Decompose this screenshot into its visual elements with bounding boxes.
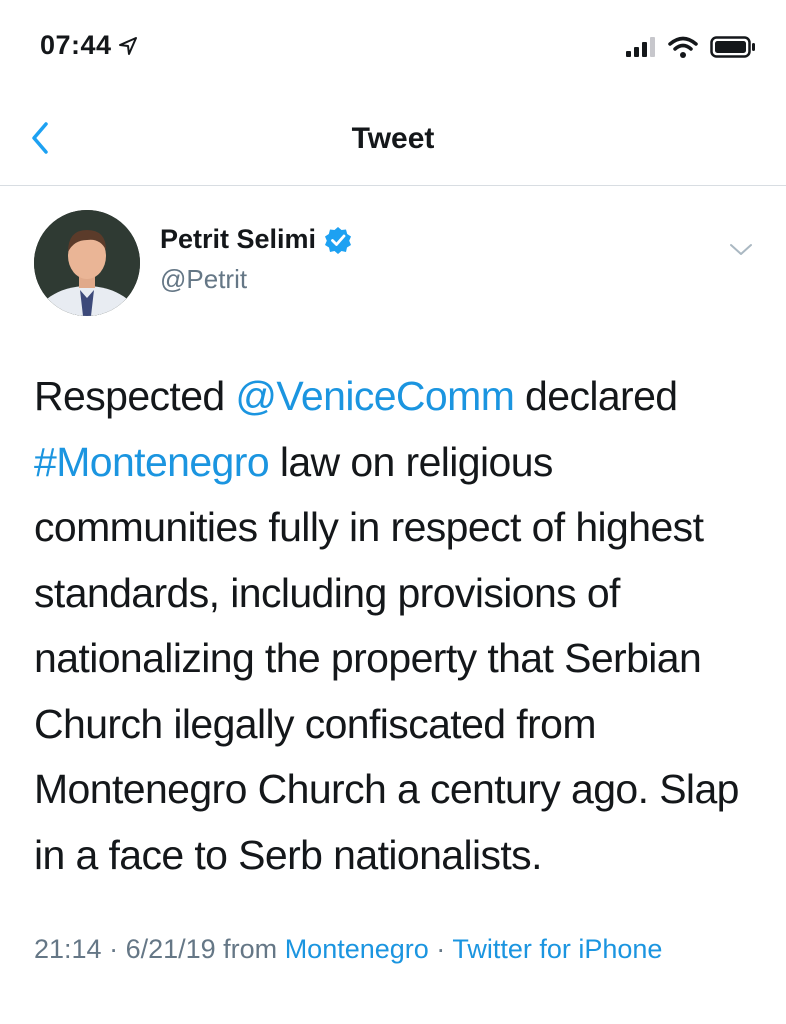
tweet-text: Respected @VeniceComm declared #Monteneg… bbox=[34, 364, 764, 888]
tweet-author: Petrit Selimi @Petrit bbox=[34, 210, 754, 325]
meta-separator: · bbox=[101, 934, 126, 964]
tweet-text-segment: Respected bbox=[34, 373, 236, 419]
verified-badge-icon bbox=[325, 226, 352, 254]
meta-separator: · bbox=[428, 934, 453, 964]
status-icons bbox=[626, 36, 756, 58]
author-display-name[interactable]: Petrit Selimi bbox=[160, 224, 316, 255]
avatar[interactable] bbox=[34, 210, 140, 316]
battery-icon bbox=[710, 36, 755, 58]
status-time: 07:44 bbox=[40, 30, 112, 60]
profile-photo bbox=[34, 210, 140, 316]
tweet-date: 6/21/19 bbox=[125, 934, 216, 964]
tweet-time: 21:14 bbox=[34, 934, 102, 964]
location-link[interactable]: Montenegro bbox=[285, 934, 429, 964]
author-handle[interactable]: @Petrit bbox=[160, 264, 247, 295]
source-link[interactable]: Twitter for iPhone bbox=[452, 934, 662, 964]
wifi-icon bbox=[668, 36, 698, 58]
chevron-down-icon bbox=[730, 244, 752, 255]
page-title: Tweet bbox=[351, 122, 435, 155]
status-bar: 07:44 bbox=[0, 0, 786, 100]
from-label: from bbox=[215, 934, 285, 964]
tweet-options-button[interactable] bbox=[728, 240, 754, 260]
tweet-text-segment: declared bbox=[514, 373, 678, 419]
hashtag-link[interactable]: #Montenegro bbox=[34, 439, 270, 485]
cellular-signal-icon bbox=[626, 37, 655, 57]
location-arrow-icon bbox=[118, 36, 137, 55]
tweet-metadata: 21:14 · 6/21/19 from Montenegro · Twitte… bbox=[34, 928, 754, 970]
mention-link[interactable]: @VeniceComm bbox=[235, 373, 514, 419]
navigation-bar: Tweet bbox=[0, 100, 786, 186]
status-time-group: 07:44 bbox=[40, 30, 138, 61]
author-name-row: Petrit Selimi bbox=[160, 224, 352, 255]
tweet-text-segment: law on religious communities fully in re… bbox=[34, 438, 739, 878]
